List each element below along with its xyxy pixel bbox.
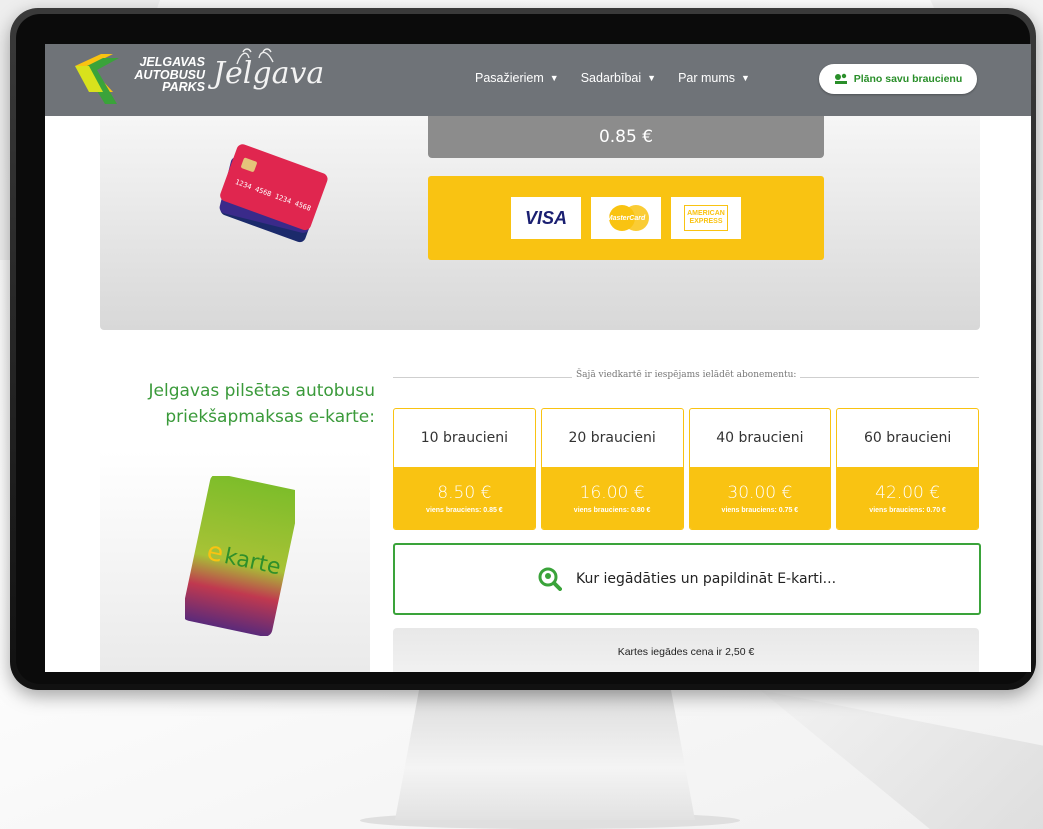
website-screen: JELGAVAS AUTOBUSU PARKS Jelgava Pasažier…: [45, 44, 1031, 672]
mastercard-logo: MasterCard: [591, 197, 661, 239]
divider-caption: Šajā viedkartē ir iespējams ielādēt abon…: [572, 370, 801, 380]
plan-trip-button[interactable]: Plāno savu braucienu: [819, 64, 977, 94]
card-price: 0.85 €: [598, 127, 654, 147]
plan-name: 60 braucieni: [863, 430, 952, 446]
plan-name: 40 braucieni: [716, 430, 804, 446]
search-location-icon: [538, 567, 562, 591]
visa-logo: VISA: [511, 197, 581, 239]
plan-name: 10 braucieni: [420, 430, 509, 446]
plan-footer: 8.50 € viens brauciens: 0.85 €: [394, 467, 535, 529]
title-line: priekšapmaksas e-karte:: [165, 407, 375, 427]
card-purchase-price-note: Kartes iegādes cena ir 2,50 €: [393, 628, 979, 672]
caret-down-icon: ▼: [741, 73, 750, 83]
plan-footer: 16.00 € viens brauciens: 0.80 €: [541, 467, 683, 529]
plan-price: 30.00 €: [727, 482, 793, 503]
amex-label: EXPRESS: [689, 218, 723, 225]
plan-card[interactable]: 40 braucieni 30.00 € viens brauciens: 0.…: [688, 408, 832, 530]
plan-per-ride: viens brauciens: 0.75 €: [721, 506, 799, 514]
mastercard-label: MasterCard: [606, 214, 646, 222]
amex-logo: AMERICAN EXPRESS: [671, 197, 741, 239]
main-nav: Pasažieriem ▼ Sadarbībai ▼ Par mums ▼: [475, 71, 750, 85]
logo-chevron-icon: [75, 54, 119, 104]
plan-card[interactable]: 10 braucieni 8.50 € viens brauciens: 0.8…: [393, 408, 536, 530]
card-purchase-price: Kartes iegādes cena ir 2,50 €: [617, 646, 755, 658]
monitor-stand: [395, 690, 695, 820]
city-logo-text[interactable]: Jelgava: [213, 56, 324, 91]
caret-down-icon: ▼: [647, 73, 657, 83]
bank-cards-image: 1234 4568 1234 4568: [219, 144, 328, 243]
nav-sadarbibai[interactable]: Sadarbībai ▼: [581, 71, 656, 85]
logo-text: JELGAVAS AUTOBUSU PARKS: [125, 56, 205, 94]
site-header: JELGAVAS AUTOBUSU PARKS Jelgava Pasažier…: [45, 44, 1031, 116]
page-content: 1234 4568 1234 4568 0.85 € VISA MasterCa…: [45, 116, 1031, 672]
amex-label: AMERICAN: [687, 210, 725, 217]
title-line: Jelgavas pilsētas autobusu: [148, 381, 376, 401]
route-icon: [834, 73, 847, 84]
nav-label: Par mums: [678, 71, 736, 85]
caret-down-icon: ▼: [549, 73, 559, 83]
plan-name: 20 braucieni: [568, 430, 656, 446]
plan-price: 16.00 €: [579, 482, 645, 503]
payment-methods: VISA MasterCard AMERICAN EXPRESS: [428, 176, 824, 260]
where-to-buy-label: Kur iegādāties un papildināt E-karti...: [575, 571, 837, 587]
plan-per-ride: viens brauciens: 0.85 €: [426, 506, 503, 514]
plan-card[interactable]: 20 braucieni 16.00 € viens brauciens: 0.…: [540, 408, 684, 530]
nav-label: Pasažieriem: [475, 71, 544, 85]
plan-footer: 42.00 € viens brauciens: 0.70 €: [837, 467, 978, 529]
ekarte-card-image: e karte: [185, 476, 295, 636]
ekarte-section-title: Jelgavas pilsētas autobusu priekšapmaksa…: [75, 378, 376, 430]
plan-footer: 30.00 € viens brauciens: 0.75 €: [689, 467, 831, 529]
plan-card[interactable]: 60 braucieni 42.00 € viens brauciens: 0.…: [836, 408, 979, 530]
plan-price: 42.00 €: [875, 482, 941, 503]
visa-label: VISA: [524, 207, 567, 228]
card-price-box: 0.85 €: [428, 116, 824, 158]
where-to-buy-button[interactable]: Kur iegādāties un papildināt E-karti...: [393, 543, 981, 615]
plan-trip-label: Plāno savu braucienu: [853, 73, 963, 85]
logo-line: JELGAVAS: [139, 55, 205, 69]
company-logo[interactable]: JELGAVAS AUTOBUSU PARKS: [73, 52, 205, 108]
nav-pasazieriem[interactable]: Pasažieriem ▼: [475, 71, 559, 85]
logo-line: PARKS: [162, 80, 205, 94]
plan-per-ride: viens brauciens: 0.80 €: [573, 506, 651, 514]
nav-par-mums[interactable]: Par mums ▼: [678, 71, 750, 85]
plan-price: 8.50 €: [437, 482, 492, 503]
plan-per-ride: viens brauciens: 0.70 €: [869, 506, 946, 514]
subscription-plans: 10 braucieni 8.50 € viens brauciens: 0.8…: [393, 408, 979, 530]
nav-label: Sadarbībai: [580, 71, 642, 85]
